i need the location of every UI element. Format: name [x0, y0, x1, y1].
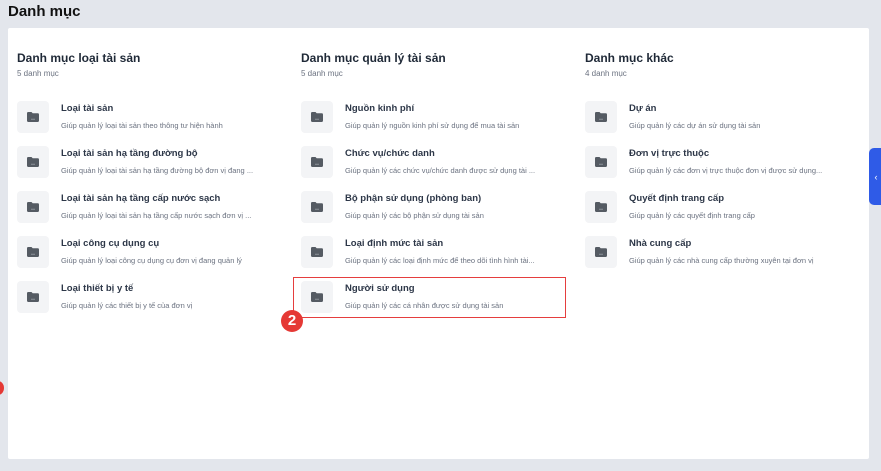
item-description: Giúp quản lý các nhà cung cấp thường xuy… — [629, 256, 814, 265]
folder-icon — [301, 101, 333, 133]
item-title: Loại định mức tài sản — [345, 238, 444, 249]
folder-icon — [585, 146, 617, 178]
chevron-left-icon: ‹ — [874, 171, 878, 182]
item-description: Giúp quản lý loại công cụ dụng cụ đơn vị… — [61, 256, 242, 265]
catalog-item[interactable]: Quyết định trang cấp Giúp quản lý các quy… — [585, 191, 855, 236]
item-title: Loại tài sản — [61, 103, 114, 114]
item-description: Giúp quản lý các đơn vị trực thuộc đơn v… — [629, 166, 823, 175]
folder-icon — [585, 191, 617, 223]
catalog-item[interactable]: Loại tài sản Giúp quản lý loại tài sản th… — [17, 101, 287, 146]
catalog-column: Danh mục khác 4 danh mục Dự án Giúp quản lý… — [585, 50, 855, 281]
folder-icon — [585, 236, 617, 268]
folder-icon — [17, 101, 49, 133]
item-title: Loại tài sản hạ tầng cấp nước sạch — [61, 193, 221, 204]
item-description: Giúp quản lý các bộ phận sử dụng tài sản — [345, 211, 484, 220]
column-title: Danh mục khác — [585, 51, 674, 65]
item-description: Giúp quản lý các chức vụ/chức danh được … — [345, 166, 536, 175]
folder-icon — [17, 146, 49, 178]
folder-icon — [17, 236, 49, 268]
item-title: Quyết định trang cấp — [629, 193, 725, 204]
item-description: Giúp quản lý loại tài sản hạ tầng cấp nư… — [61, 211, 252, 220]
item-description: Giúp quản lý loại tài sản hạ tầng đường … — [61, 166, 254, 175]
item-description: Giúp quản lý nguồn kinh phí sử dụng để m… — [345, 121, 520, 130]
item-title: Bộ phận sử dụng (phòng ban) — [345, 193, 482, 204]
catalog-item[interactable]: Loại thiết bị y tế Giúp quản lý các thiết… — [17, 281, 287, 326]
column-title: Danh mục loại tài sản — [17, 51, 141, 65]
catalog-item[interactable]: Đơn vị trực thuộc Giúp quản lý các đơn vị… — [585, 146, 855, 191]
step-badge: 2 — [281, 310, 303, 332]
catalog-item[interactable]: Bộ phận sử dụng (phòng ban) Giúp quản lý … — [301, 191, 571, 236]
column-count: 5 danh mục — [301, 69, 343, 78]
folder-icon — [301, 146, 333, 178]
item-title: Nguồn kinh phí — [345, 103, 415, 114]
item-title: Loại công cụ dụng cụ — [61, 238, 160, 249]
item-title: Nhà cung cấp — [629, 238, 692, 249]
catalog-item[interactable]: Loại công cụ dụng cụ Giúp quản lý loại cô… — [17, 236, 287, 281]
catalog-panel: Danh mục loại tài sản 5 danh mục Loại tài … — [8, 28, 869, 459]
side-panel-toggle[interactable]: ‹ — [869, 148, 881, 205]
item-title: Loại thiết bị y tế — [61, 283, 134, 294]
folder-icon — [17, 191, 49, 223]
column-count: 4 danh mục — [585, 69, 627, 78]
item-description: Giúp quản lý các thiết bị y tế của đơn v… — [61, 301, 193, 310]
folder-icon — [301, 191, 333, 223]
folder-icon — [585, 101, 617, 133]
catalog-item[interactable]: Loại định mức tài sản Giúp quản lý các lo… — [301, 236, 571, 281]
folder-icon — [301, 236, 333, 268]
item-description: Giúp quản lý các loại định mức để theo d… — [345, 256, 535, 265]
item-description: Giúp quản lý các dự án sử dụng tài sản — [629, 121, 761, 130]
item-description: Giúp quản lý loại tài sản theo thông tư … — [61, 121, 223, 130]
item-title: Dự án — [629, 103, 657, 114]
item-description: Giúp quản lý các quyết định trang cấp — [629, 211, 755, 220]
item-title: Đơn vị trực thuộc — [629, 148, 710, 159]
column-count: 5 danh mục — [17, 69, 59, 78]
item-title: Loại tài sản hạ tầng đường bộ — [61, 148, 198, 159]
catalog-column: Danh mục loại tài sản 5 danh mục Loại tài … — [17, 50, 287, 326]
catalog-item[interactable]: Loại tài sản hạ tầng đường bộ Giúp quản l… — [17, 146, 287, 191]
catalog-item[interactable]: Dự án Giúp quản lý các dự án sử dụng tài … — [585, 101, 855, 146]
catalog-item[interactable]: Loại tài sản hạ tầng cấp nước sạch Giúp q… — [17, 191, 287, 236]
catalog-item[interactable]: Nguồn kinh phí Giúp quản lý nguồn kinh ph… — [301, 101, 571, 146]
item-title: Chức vụ/chức danh — [345, 148, 435, 159]
page-title: Danh mục — [8, 3, 81, 20]
folder-icon — [17, 281, 49, 313]
column-title: Danh mục quản lý tài sản — [301, 51, 446, 65]
highlight-box — [293, 277, 566, 318]
catalog-item[interactable]: Nhà cung cấp Giúp quản lý các nhà cung cấ… — [585, 236, 855, 281]
catalog-item[interactable]: Chức vụ/chức danh Giúp quản lý các chức v… — [301, 146, 571, 191]
annotation-marker — [0, 381, 4, 395]
